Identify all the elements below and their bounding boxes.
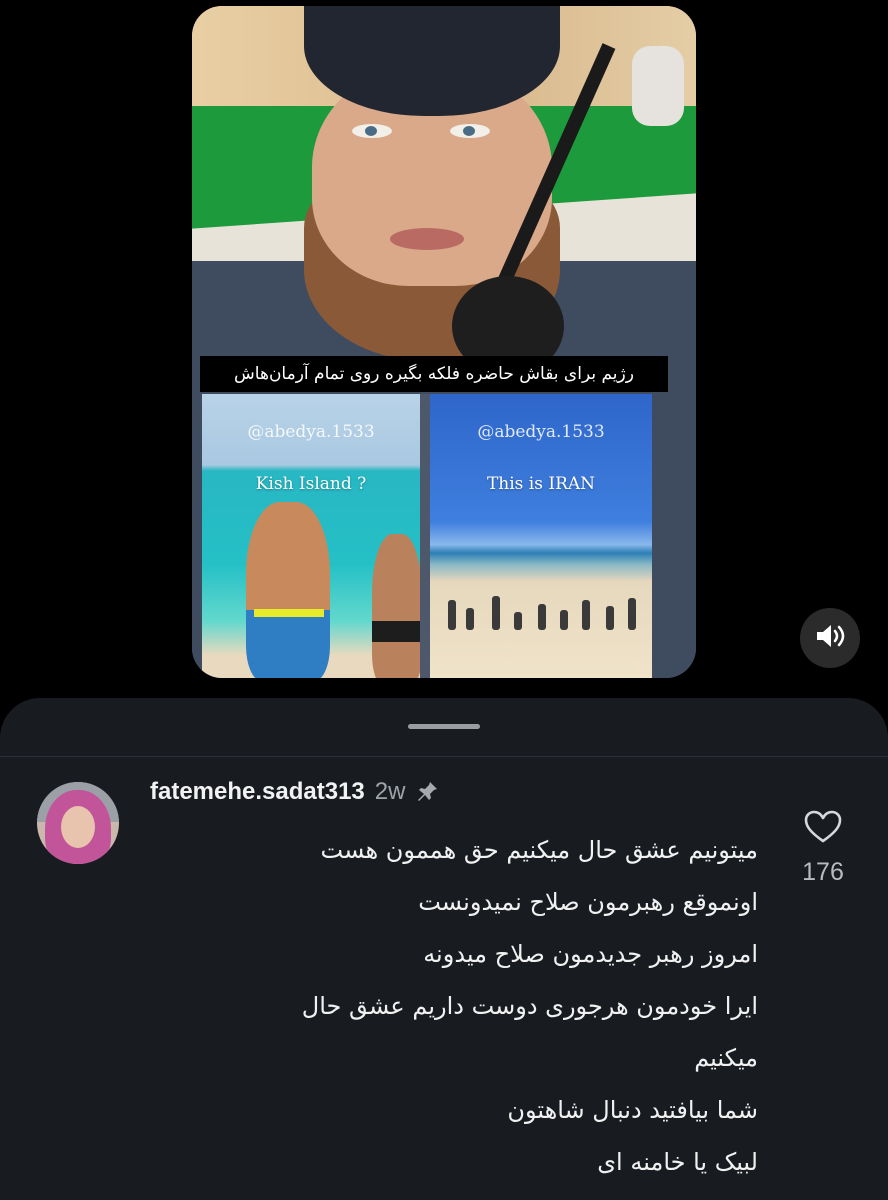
sheet-divider	[0, 756, 888, 757]
comments-sheet: fatemehe.sadat313 2w میتونیم عشق حال میک…	[0, 698, 888, 1200]
video-caption: رژیم برای بقاش حاضره فلکه بگیره روی تمام…	[200, 356, 668, 392]
comment-line: میتونیم عشق حال میکنیم حق هممون هست	[320, 836, 758, 864]
comment-header: fatemehe.sadat313 2w	[150, 776, 439, 808]
inset-right-handle: @abedya.1533	[477, 422, 605, 442]
video-person-mouth	[390, 228, 464, 250]
video-person-eye-left	[352, 124, 392, 138]
comment-line: شما بیافتید دنبال شاهتون	[507, 1096, 758, 1124]
comment-text: میتونیم عشق حال میکنیم حق هممون هست اونم…	[200, 824, 758, 1188]
comment-timestamp: 2w	[374, 778, 406, 805]
video-player[interactable]: رژیم برای بقاش حاضره فلکه بگیره روی تمام…	[192, 6, 696, 678]
inset-left-man-waistband	[254, 609, 324, 617]
sound-toggle-button[interactable]	[800, 608, 860, 668]
video-inset-right: @abedya.1533 This is IRAN	[430, 394, 652, 678]
inset-left-title: Kish Island ?	[255, 474, 367, 494]
avatar-face	[61, 806, 95, 848]
inset-right-title: This is IRAN	[486, 474, 596, 494]
inset-right-beach-crowd	[430, 570, 652, 630]
pin-icon	[415, 780, 439, 804]
inset-divider	[420, 394, 430, 678]
inset-left-man	[246, 502, 330, 678]
comment-line: میکنیم	[694, 1044, 758, 1072]
speaker-icon	[815, 623, 845, 653]
inset-left-woman	[372, 534, 420, 678]
inset-left-handle: @abedya.1533	[247, 422, 375, 442]
comment-line: اونموقع رهبرمون صلاح نمیدونست	[418, 888, 758, 916]
heart-icon	[804, 810, 842, 848]
comment-username[interactable]: fatemehe.sadat313	[150, 778, 365, 806]
comment-line: ایرا خودمون هرجوری دوست داریم عشق حال	[301, 992, 758, 1020]
video-inset-left: @abedya.1533 Kish Island ?	[202, 394, 420, 678]
avatar[interactable]	[37, 782, 119, 864]
comment-line: امروز رهبر جدیدمون صلاح میدونه	[423, 940, 758, 968]
like-button[interactable]	[800, 810, 846, 848]
comment-line: لبیک یا خامنه ای	[597, 1148, 758, 1176]
video-person-eye-right	[450, 124, 490, 138]
microphone-clip	[632, 46, 684, 126]
sheet-drag-handle[interactable]	[408, 724, 480, 729]
video-stage: رژیم برای بقاش حاضره فلکه بگیره روی تمام…	[0, 0, 888, 700]
like-count: 176	[802, 858, 844, 886]
